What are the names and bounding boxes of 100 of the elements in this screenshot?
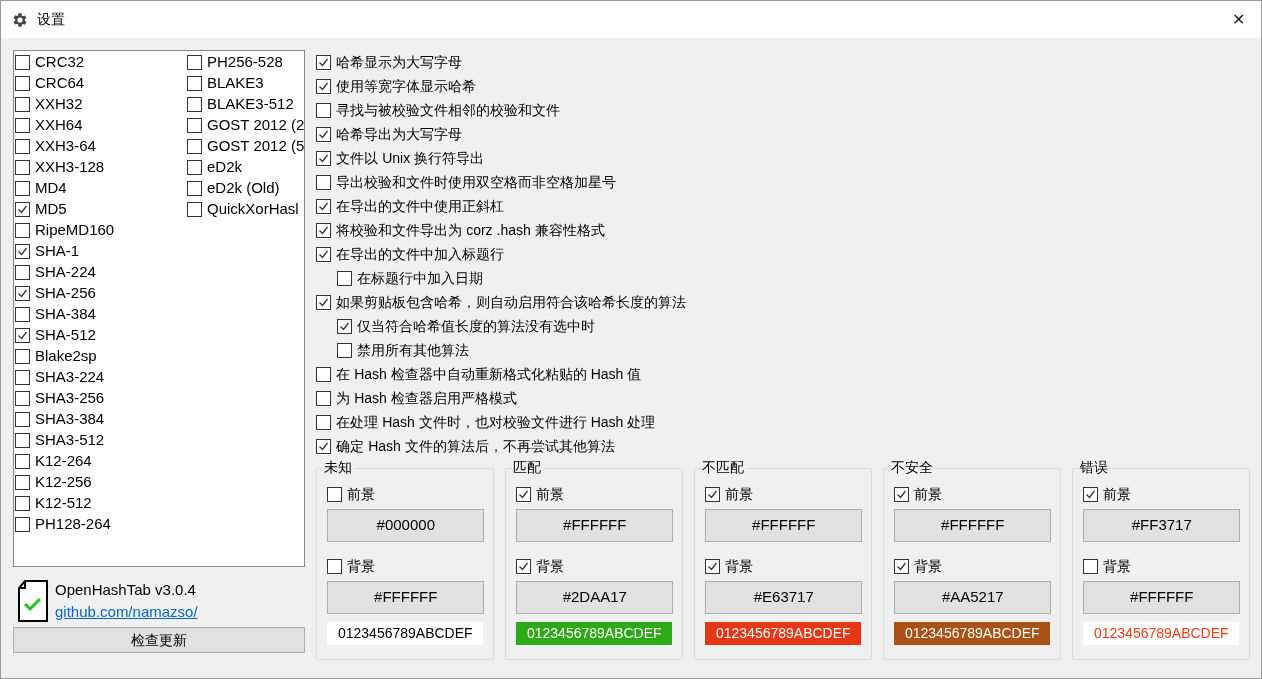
color-value-button[interactable]: #AA5217 [894, 581, 1052, 614]
checkbox[interactable] [187, 202, 202, 217]
checked-checkbox[interactable] [894, 486, 910, 502]
checkbox[interactable] [15, 307, 30, 322]
checked-checkbox[interactable] [316, 222, 332, 238]
color-value-button[interactable]: #FFFFFF [1083, 581, 1241, 614]
algorithm-label: XXH64 [35, 115, 83, 136]
option-label: 在导出的文件中加入标题行 [336, 244, 505, 264]
hash-preview: 0123456789ABCDEF [516, 622, 673, 645]
checkbox[interactable] [15, 517, 30, 532]
checkbox[interactable] [187, 118, 202, 133]
checkbox[interactable] [15, 139, 30, 154]
algorithm-label: PH128-264 [35, 514, 111, 535]
algorithm-label: XXH3-128 [35, 157, 105, 178]
checkbox[interactable] [15, 160, 30, 175]
checkbox[interactable] [15, 496, 30, 511]
checkbox[interactable] [15, 391, 30, 406]
option-label: 哈希显示为大写字母 [336, 52, 463, 72]
color-value-button[interactable]: #E63717 [705, 581, 863, 614]
checked-checkbox[interactable] [516, 486, 532, 502]
checked-checkbox[interactable] [316, 150, 332, 166]
github-link[interactable]: github.com/namazso/ [55, 601, 198, 623]
algorithm-label: PH256-528 [207, 52, 283, 73]
algorithm-label: Blake2sp [35, 346, 97, 367]
checkbox[interactable] [316, 366, 332, 382]
option-label: 在导出的文件中使用正斜杠 [336, 196, 505, 216]
checkbox[interactable] [187, 97, 202, 112]
checkbox[interactable] [15, 475, 30, 490]
checkbox[interactable] [187, 160, 202, 175]
checked-checkbox[interactable] [316, 54, 332, 70]
checkbox[interactable] [15, 97, 30, 112]
checked-checkbox[interactable] [15, 286, 30, 301]
color-value-button[interactable]: #2DAA17 [516, 581, 674, 614]
checked-checkbox[interactable] [705, 486, 721, 502]
checked-checkbox[interactable] [705, 558, 721, 574]
algorithm-label: XXH3-64 [35, 136, 96, 157]
color-checkbox-label: 前景 [347, 484, 376, 504]
checkbox[interactable] [15, 55, 30, 70]
checked-checkbox[interactable] [15, 202, 30, 217]
checkbox[interactable] [15, 181, 30, 196]
checkbox[interactable] [15, 265, 30, 280]
checked-checkbox[interactable] [1083, 486, 1099, 502]
algorithm-label: SHA-512 [35, 325, 96, 346]
algorithm-label: eD2k [207, 157, 243, 178]
checked-checkbox[interactable] [15, 244, 30, 259]
option-label: 将校验和文件导出为 corz .hash 兼容性格式 [336, 220, 605, 240]
checked-checkbox[interactable] [316, 198, 332, 214]
algorithm-label: eD2k (Old) [207, 178, 280, 199]
checkbox[interactable] [327, 558, 343, 574]
algorithm-label: SHA-384 [35, 304, 96, 325]
checkbox[interactable] [15, 76, 30, 91]
checkbox[interactable] [337, 342, 353, 358]
checkbox[interactable] [187, 55, 202, 70]
gear-icon [11, 10, 29, 29]
close-button[interactable]: ✕ [1215, 1, 1261, 38]
color-value-button[interactable]: #FF3717 [1083, 509, 1241, 542]
checkbox[interactable] [316, 390, 332, 406]
color-value-button[interactable]: #000000 [327, 509, 485, 542]
checkbox[interactable] [337, 270, 353, 286]
checkbox[interactable] [15, 118, 30, 133]
checkbox[interactable] [187, 76, 202, 91]
checkbox[interactable] [15, 370, 30, 385]
checked-checkbox[interactable] [15, 328, 30, 343]
color-value-button[interactable]: #FFFFFF [516, 509, 674, 542]
checked-checkbox[interactable] [316, 438, 332, 454]
checked-file-icon [17, 580, 49, 622]
checkbox[interactable] [187, 181, 202, 196]
checkbox[interactable] [15, 223, 30, 238]
color-checkbox-label: 前景 [536, 484, 565, 504]
checked-checkbox[interactable] [316, 246, 332, 262]
checkbox[interactable] [316, 414, 332, 430]
checked-checkbox[interactable] [316, 294, 332, 310]
checkbox[interactable] [316, 102, 332, 118]
checkbox[interactable] [187, 139, 202, 154]
algorithm-label: MD5 [35, 199, 67, 220]
checked-checkbox[interactable] [316, 78, 332, 94]
algorithm-label: BLAKE3-512 [207, 94, 294, 115]
checkbox[interactable] [1083, 558, 1099, 574]
checked-checkbox[interactable] [894, 558, 910, 574]
checkbox[interactable] [327, 486, 343, 502]
checkbox[interactable] [15, 412, 30, 427]
app-version: OpenHashTab v3.0.4 [55, 580, 197, 600]
algorithm-label: SHA3-256 [35, 388, 105, 409]
checkbox[interactable] [15, 454, 30, 469]
checked-checkbox[interactable] [516, 558, 532, 574]
checkbox[interactable] [316, 174, 332, 190]
color-checkbox-label: 前景 [1103, 484, 1132, 504]
color-value-button[interactable]: #FFFFFF [705, 509, 863, 542]
color-checkbox-label: 背景 [914, 556, 943, 576]
option-label: 仅当符合哈希值长度的算法没有选中时 [357, 316, 596, 336]
checkbox[interactable] [15, 433, 30, 448]
checkbox[interactable] [15, 349, 30, 364]
algorithm-label: SHA3-512 [35, 430, 105, 451]
hash-preview: 0123456789ABCDEF [327, 622, 484, 645]
group-title: 未知 [324, 458, 355, 476]
color-value-button[interactable]: #FFFFFF [327, 581, 485, 614]
color-value-button[interactable]: #FFFFFF [894, 509, 1052, 542]
checked-checkbox[interactable] [316, 126, 332, 142]
check-updates-button[interactable]: 检查更新 [13, 627, 306, 653]
checked-checkbox[interactable] [337, 318, 353, 334]
